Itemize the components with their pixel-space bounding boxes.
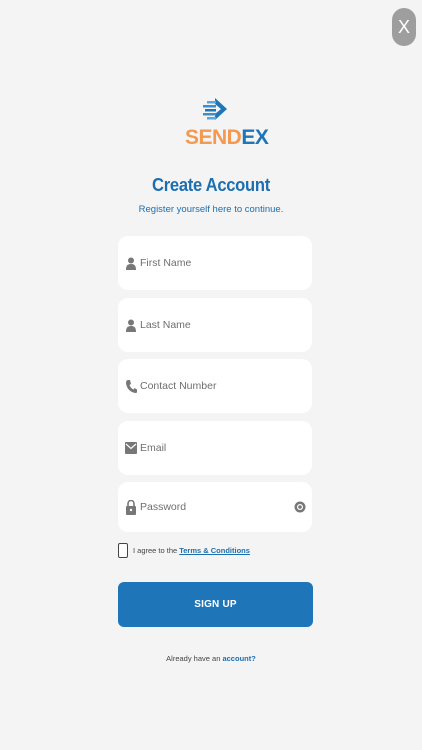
page-subtitle: Register yourself here to continue.: [138, 204, 284, 215]
password-placeholder: Password: [140, 501, 187, 513]
contact-number-field[interactable]: Contact Number: [118, 359, 312, 413]
sign-up-label: SIGN UP: [194, 599, 237, 610]
page-title: Create Account: [152, 175, 270, 195]
close-button[interactable]: X: [392, 8, 416, 46]
lock-icon: [125, 499, 137, 515]
terms-row: I agree to the Terms & Conditions: [118, 542, 250, 558]
password-field[interactable]: Password: [118, 482, 312, 532]
sendex-logo: SENDEX: [185, 96, 269, 156]
first-name-field[interactable]: First Name: [118, 236, 312, 290]
terms-link[interactable]: Terms & Conditions: [179, 546, 250, 555]
phone-icon: [125, 379, 137, 393]
first-name-placeholder: First Name: [140, 257, 192, 269]
last-name-placeholder: Last Name: [140, 319, 191, 331]
email-placeholder: Email: [140, 442, 167, 454]
close-label: X: [397, 16, 410, 37]
login-prompt: Already have an account?: [0, 654, 422, 663]
person-icon: [125, 256, 137, 270]
contact-number-placeholder: Contact Number: [140, 380, 217, 392]
terms-label: I agree to the: [133, 545, 178, 555]
email-field[interactable]: Email: [118, 421, 312, 475]
last-name-field[interactable]: Last Name: [118, 298, 312, 352]
brand-part-send: SEND: [185, 126, 242, 149]
login-link[interactable]: account?: [222, 654, 255, 663]
person-icon: [125, 318, 137, 332]
brand-part-ex: EX: [241, 126, 269, 149]
login-prompt-text: Already have an: [166, 654, 221, 663]
mail-icon: [125, 441, 137, 455]
logo-arrow-icon: [203, 98, 227, 120]
terms-checkbox[interactable]: [118, 542, 128, 558]
eye-icon[interactable]: [294, 501, 306, 513]
sign-up-button[interactable]: SIGN UP: [118, 582, 313, 627]
brand-name: SENDEX: [185, 126, 269, 150]
